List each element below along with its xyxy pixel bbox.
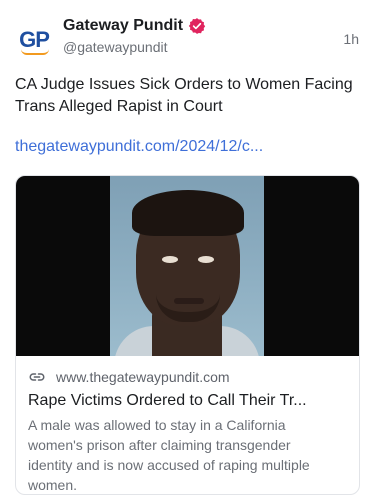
post-timestamp: 1h bbox=[343, 31, 359, 47]
card-domain: www.thegatewaypundit.com bbox=[56, 369, 230, 385]
card-description: A male was allowed to stay in a Californ… bbox=[28, 417, 310, 493]
link-preview-card[interactable]: www.thegatewaypundit.com Rape Victims Or… bbox=[15, 175, 360, 495]
avatar-swoosh bbox=[21, 49, 49, 55]
author-name[interactable]: Gateway Pundit bbox=[63, 17, 183, 35]
mugshot-photo bbox=[110, 176, 264, 356]
verified-badge-icon bbox=[188, 18, 206, 34]
card-title[interactable]: Rape Victims Ordered to Call Their Tr... bbox=[28, 390, 349, 411]
link-icon bbox=[29, 373, 45, 381]
card-body: www.thegatewaypundit.com Rape Victims Or… bbox=[16, 356, 359, 494]
author-row: Gateway Pundit bbox=[63, 15, 206, 37]
avatar[interactable]: GP bbox=[14, 20, 54, 60]
author-handle[interactable]: @gatewaypundit bbox=[63, 39, 168, 55]
post-text: CA Judge Issues Sick Orders to Women Fac… bbox=[15, 76, 353, 115]
post-container: GP Gateway Pundit @gatewaypundit 1h CA J… bbox=[0, 0, 375, 500]
card-image[interactable] bbox=[16, 176, 359, 356]
post-link[interactable]: thegatewaypundit.com/2024/12/c... bbox=[15, 138, 263, 156]
card-domain-row: www.thegatewaypundit.com bbox=[28, 368, 349, 386]
